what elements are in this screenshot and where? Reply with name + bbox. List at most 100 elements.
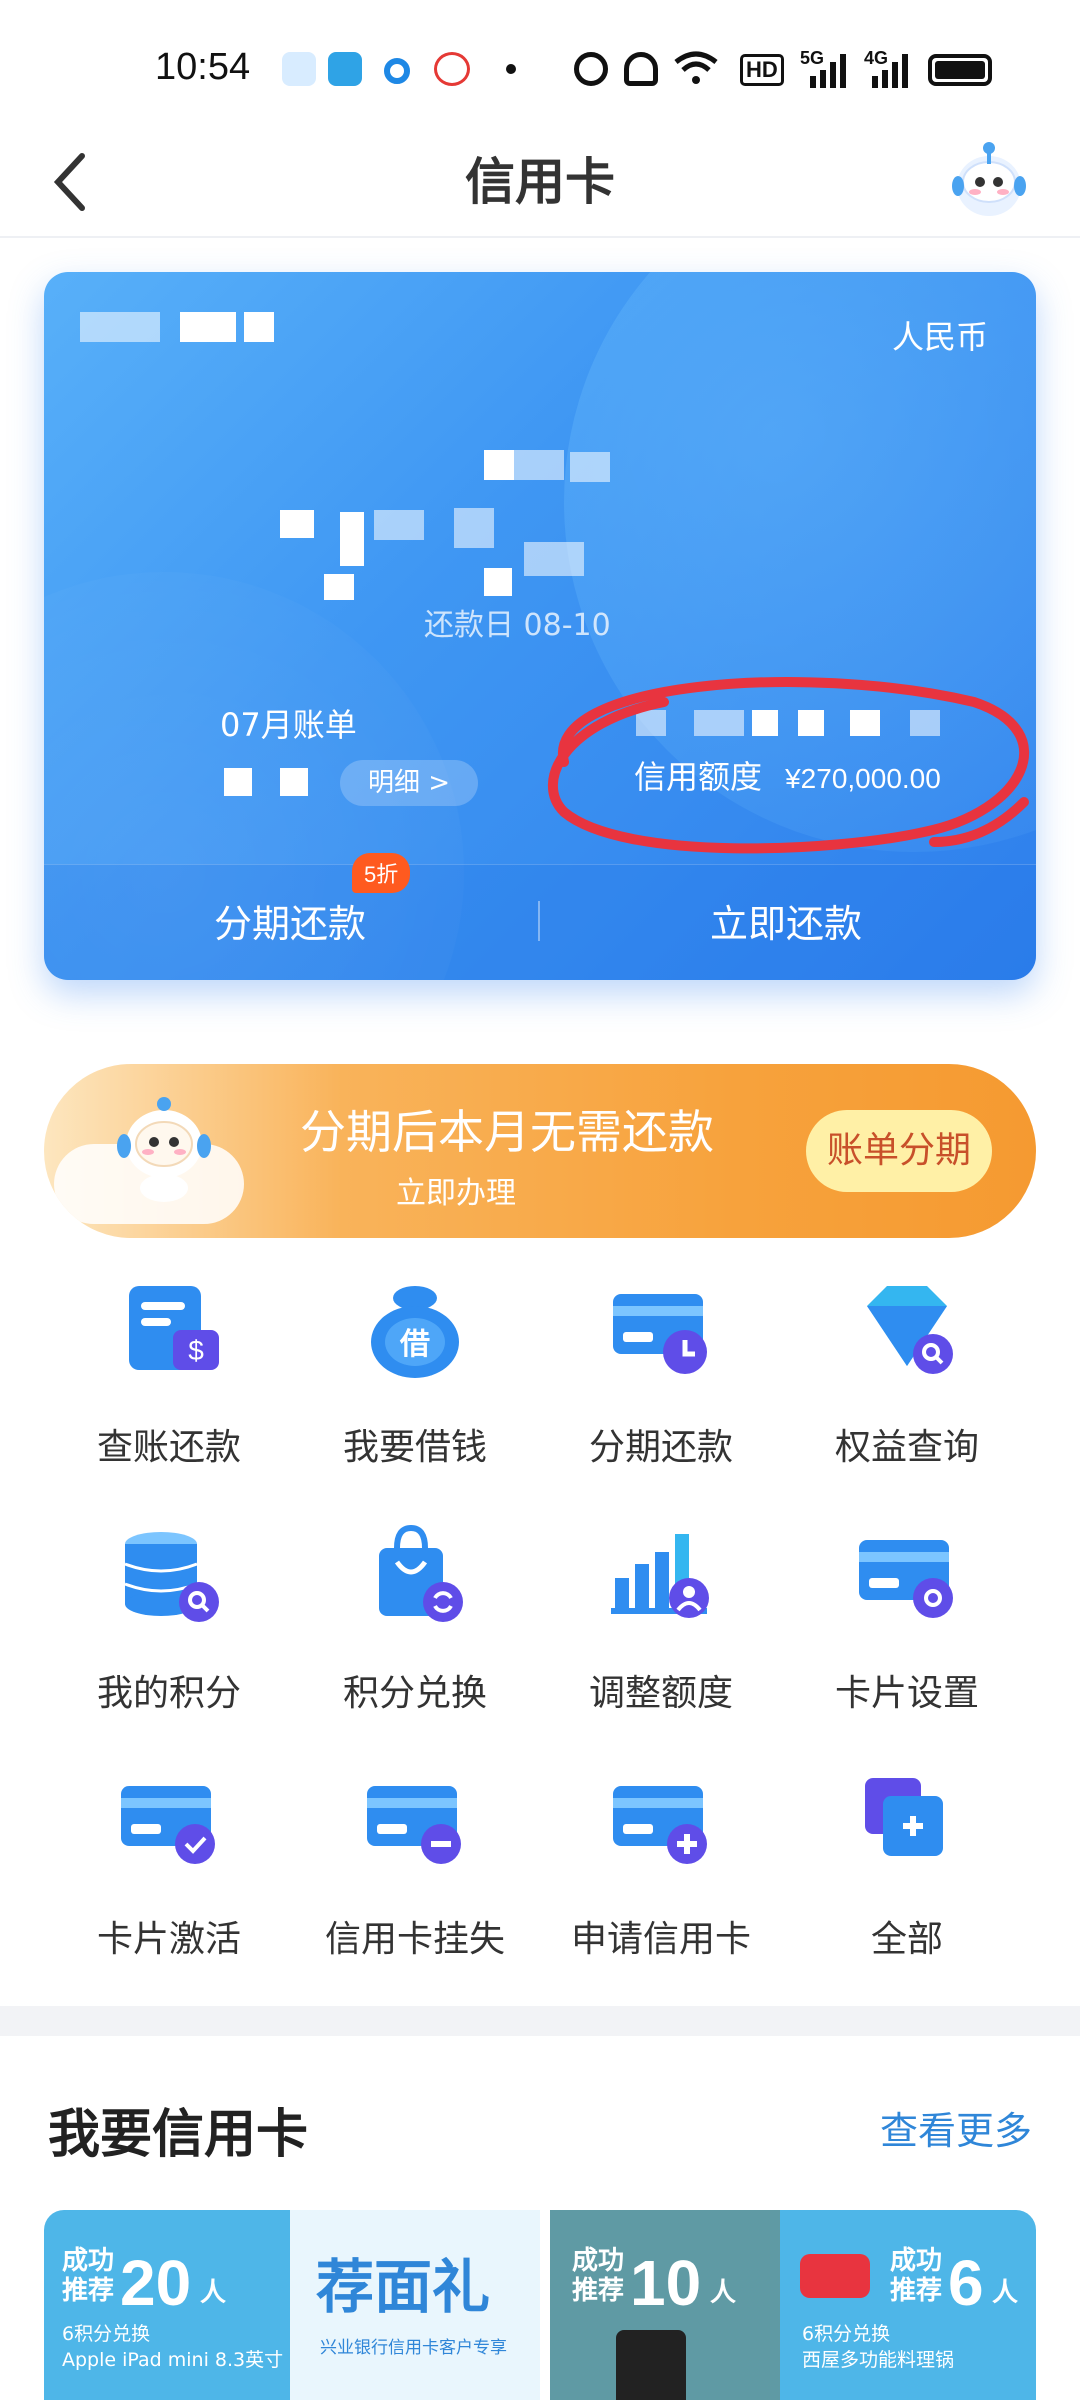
grid-item-benefits[interactable]: 权益查询	[772, 1272, 1042, 1518]
grid-item-adjust-limit[interactable]: 调整额度	[526, 1518, 796, 1764]
bill-installment-button[interactable]: 账单分期	[806, 1110, 992, 1192]
grid-item-bill-repay[interactable]: $ 查账还款	[34, 1272, 304, 1518]
grid-item-label: 分期还款	[588, 1427, 733, 1468]
adjust-limit-icon	[611, 1534, 709, 1618]
grid-item-label: 查账还款	[96, 1427, 241, 1468]
mascot-icon	[117, 1097, 211, 1202]
card-due-date: 还款日 08-10	[424, 608, 611, 643]
tile-unit: 人	[200, 2278, 227, 2308]
bill-detail-button[interactable]: 明细 >	[340, 760, 478, 806]
grid-item-label: 权益查询	[834, 1427, 979, 1468]
installment-icon	[613, 1294, 707, 1374]
tile-prefix: 推荐	[890, 2276, 943, 2306]
points-exchange-icon	[379, 1524, 463, 1622]
discount-badge: 5折	[352, 853, 411, 893]
tile-desc: 6积分兑换	[62, 2323, 151, 2345]
grid-item-label: 全部	[870, 1919, 943, 1960]
grid-item-label: 信用卡挂失	[324, 1919, 505, 1960]
grid-item-card-settings[interactable]: 卡片设置	[772, 1518, 1042, 1764]
view-more-link[interactable]: 查看更多	[880, 2100, 1032, 2155]
promo-title: 分期后本月无需还款	[300, 1105, 714, 1159]
referral-tile[interactable]: 成功 推荐 10 人	[550, 2210, 780, 2400]
tile-prefix: 推荐	[572, 2276, 625, 2306]
tile-desc: 西屋多功能料理锅	[802, 2349, 955, 2371]
battery-icon	[928, 54, 992, 86]
grid-item-report-loss[interactable]: 信用卡挂失	[280, 1764, 550, 2010]
tile-unit: 人	[992, 2278, 1019, 2308]
svg-text:借: 借	[399, 1327, 430, 1362]
tile-desc: 兴业银行信用卡客户专享	[320, 2338, 507, 2358]
grid-item-all[interactable]: 全部	[772, 1764, 1042, 2010]
credit-card-panel[interactable]: 人民币 还款日 08-10 07月账单 明细 > 信用额度 ¥270,000.0…	[44, 272, 1036, 980]
cooking-pot-image	[800, 2254, 870, 2298]
tile-number: 6	[948, 2247, 984, 2319]
alarm-icon	[574, 52, 608, 86]
status-time: 10:54	[155, 46, 251, 88]
repay-now-button[interactable]: 立即还款	[710, 893, 862, 948]
svg-text:$: $	[188, 1335, 204, 1366]
promo-subtitle[interactable]: 立即办理	[396, 1168, 516, 1212]
installment-repay-button[interactable]: 分期还款	[214, 893, 366, 948]
grid-item-points-exchange[interactable]: 积分兑换	[280, 1518, 550, 1764]
points-icon	[124, 1532, 219, 1622]
all-services-icon	[865, 1778, 943, 1856]
weibo-icon	[434, 52, 470, 86]
benefits-diamond-icon	[867, 1286, 953, 1374]
card-currency: 人民币	[891, 318, 988, 356]
tile-headline: 荐面礼	[316, 2255, 491, 2320]
tile-prefix: 成功	[572, 2246, 625, 2276]
signal-icon	[872, 54, 908, 88]
card-activate-icon	[121, 1786, 215, 1864]
grid-item-label: 申请信用卡	[570, 1919, 751, 1960]
tile-number: 10	[630, 2247, 702, 2319]
tile-unit: 人	[710, 2278, 737, 2308]
section-title: 我要信用卡	[48, 2105, 309, 2165]
tile-number: 20	[120, 2247, 192, 2319]
app-notification-icon	[282, 52, 316, 86]
signal-icon	[810, 54, 846, 88]
bill-month-label: 07月账单	[220, 706, 357, 744]
grid-item-label: 卡片设置	[834, 1673, 979, 1714]
tile-prefix: 成功	[62, 2246, 115, 2276]
app-notification-icon	[384, 58, 410, 84]
grid-item-points[interactable]: 我的积分	[34, 1518, 304, 1764]
installment-promo-banner[interactable]: 分期后本月无需还款 立即办理 账单分期	[44, 1064, 1036, 1238]
assistant-robot-icon[interactable]	[948, 136, 1030, 226]
grid-item-apply-card[interactable]: 申请信用卡	[526, 1764, 796, 2010]
borrow-money-icon: 借	[371, 1286, 459, 1378]
card-action-bar: 分期还款 5折 立即还款	[44, 853, 1036, 980]
page-title: 信用卡	[465, 153, 615, 211]
tile-prefix: 推荐	[62, 2276, 115, 2306]
top-navigation-bar: 信用卡	[0, 130, 1080, 238]
referral-tile[interactable]: 成功 推荐 20 人 6积分兑换 Apple iPad mini 8.3英寸	[44, 2210, 290, 2400]
hd-indicator: HD	[740, 54, 784, 86]
grid-item-label: 积分兑换	[342, 1673, 487, 1714]
grid-item-label: 调整额度	[588, 1673, 733, 1714]
red-hand-drawn-circle	[547, 677, 1029, 854]
referral-tiles: 成功 推荐 20 人 6积分兑换 Apple iPad mini 8.3英寸 荐…	[44, 2210, 1036, 2400]
tile-desc: Apple iPad mini 8.3英寸	[62, 2349, 284, 2371]
status-bar: 10:54 HD 5G 4G	[0, 0, 1080, 130]
grid-item-borrow[interactable]: 借 我要借钱	[280, 1272, 550, 1518]
card-settings-icon	[859, 1540, 953, 1618]
grid-item-installment[interactable]: 分期还款	[526, 1272, 796, 1518]
wifi-icon	[674, 51, 718, 84]
card-report-loss-icon	[367, 1786, 461, 1864]
section-divider	[0, 2006, 1080, 2036]
grid-item-label: 卡片激活	[96, 1919, 241, 1960]
mute-icon	[624, 52, 658, 86]
dot-icon	[506, 64, 516, 74]
action-divider	[538, 901, 540, 941]
tile-prefix: 成功	[890, 2246, 943, 2276]
phone-image	[616, 2330, 686, 2400]
referral-tile[interactable]: 成功 推荐 6 人 6积分兑换 西屋多功能料理锅	[780, 2210, 1036, 2400]
referral-tile[interactable]: 荐面礼 兴业银行信用卡客户专享	[290, 2210, 540, 2400]
service-grid: $ 查账还款 借 我要借钱 分期还款 权益查询 我的积分 积分兑换 调整额度 卡…	[0, 1272, 1080, 2012]
apply-card-icon	[613, 1786, 707, 1864]
bill-repay-icon: $	[129, 1286, 219, 1370]
tile-desc: 6积分兑换	[802, 2323, 891, 2345]
grid-item-card-activate[interactable]: 卡片激活	[34, 1764, 304, 2010]
app-notification-icon	[328, 52, 362, 86]
grid-item-label: 我的积分	[96, 1673, 241, 1714]
grid-item-label: 我要借钱	[342, 1427, 487, 1468]
